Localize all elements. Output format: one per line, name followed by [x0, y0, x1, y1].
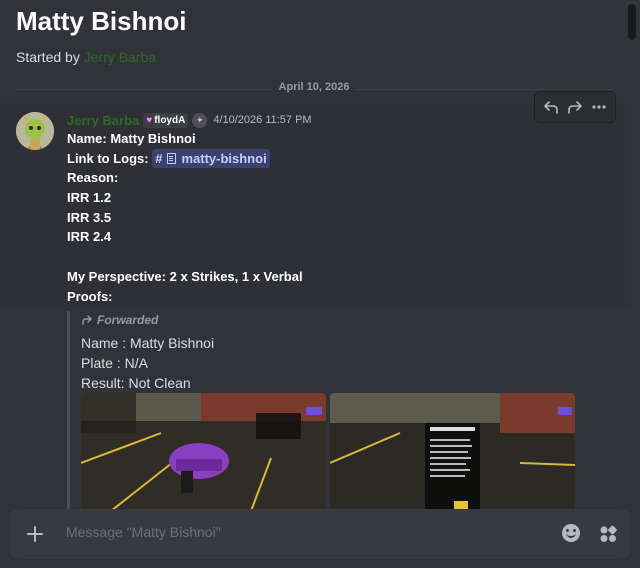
started-by-line: Started by Jerry Barba	[16, 49, 156, 65]
channel-mention[interactable]: # matty-bishnoi	[152, 148, 270, 169]
reason-item: IRR 3.5	[67, 209, 112, 225]
name-line: Name: Matty Bishnoi	[67, 131, 196, 146]
proofs-label: Proofs:	[67, 288, 113, 304]
message-input[interactable]: Message "Matty Bishnoi"	[66, 524, 221, 540]
message[interactable]: Jerry Barba ♥ floydA ✦ 4/10/2026 11:57 P…	[0, 103, 628, 307]
apps-button[interactable]	[598, 524, 618, 544]
reason-item: IRR 2.4	[67, 229, 112, 245]
forwarded-message[interactable]: Forwarded Name : Matty Bishnoi Plate : N…	[67, 311, 587, 511]
message-timestamp: 4/10/2026 11:57 PM	[213, 114, 312, 126]
game-screenshot-image	[81, 393, 326, 511]
channel-mention-label: matty-bishnoi	[181, 150, 267, 166]
thread-header: Matty Bishnoi Started by Jerry Barba	[0, 0, 640, 80]
reason-item: IRR 1.2	[67, 190, 112, 206]
forwarded-line: Name : Matty Bishnoi	[81, 335, 215, 351]
starter-name[interactable]: Jerry Barba	[84, 49, 156, 65]
message-content: Name: Matty Bishnoi Link to Logs: # matt…	[67, 129, 303, 306]
forward-bar	[67, 311, 70, 511]
message-composer: Message "Matty Bishnoi"	[10, 509, 630, 559]
heart-icon: ♥	[146, 114, 153, 126]
started-by-prefix: Started by	[16, 49, 84, 65]
avatar-image	[16, 112, 54, 150]
perspective-line: My Perspective: 2 x Strikes, 1 x Verbal	[67, 268, 303, 284]
forward-arrow-icon	[82, 315, 92, 325]
game-screenshot-image	[330, 393, 575, 511]
attachment-image[interactable]	[81, 393, 326, 511]
document-icon	[167, 153, 177, 165]
link-line: Link to Logs: # matty-bishnoi	[67, 148, 303, 169]
reason-label: Reason:	[67, 170, 119, 186]
message-author[interactable]: Jerry Barba	[67, 113, 139, 128]
more-dots-icon	[592, 105, 606, 109]
message-header: Jerry Barba ♥ floydA ✦ 4/10/2026 11:57 P…	[67, 111, 312, 129]
reply-arrow-icon	[544, 101, 558, 114]
message-hover-toolbar	[534, 91, 616, 123]
server-tag[interactable]: ♥ floydA	[143, 112, 189, 128]
forwarded-line: Plate : N/A	[81, 355, 148, 371]
attachment-image[interactable]	[330, 393, 575, 511]
apps-icon	[600, 525, 617, 542]
forwarded-label: Forwarded	[81, 313, 158, 327]
forward-button[interactable]	[563, 95, 587, 119]
server-tag-label: floydA	[154, 114, 186, 126]
date-divider-text: April 10, 2026	[272, 81, 356, 93]
reply-button[interactable]	[539, 95, 563, 119]
forwarded-content: Name : Matty Bishnoi Plate : N/A Result:…	[81, 333, 214, 393]
role-icon[interactable]: ✦	[192, 112, 208, 128]
hashtag-icon: #	[155, 150, 163, 166]
upload-button[interactable]	[24, 523, 46, 545]
forward-arrow-icon	[568, 101, 582, 114]
date-divider: April 10, 2026	[16, 81, 612, 93]
forwarded-label-text: Forwarded	[97, 313, 159, 327]
more-button[interactable]	[587, 95, 611, 119]
link-label: Link to Logs:	[67, 150, 153, 166]
forwarded-line: Result: Not Clean	[81, 375, 191, 391]
thread-title: Matty Bishnoi	[16, 6, 187, 36]
plus-icon	[27, 526, 43, 542]
emoji-icon[interactable]	[562, 524, 580, 542]
scrollbar-thumb[interactable]	[628, 4, 636, 40]
avatar[interactable]	[16, 112, 54, 150]
